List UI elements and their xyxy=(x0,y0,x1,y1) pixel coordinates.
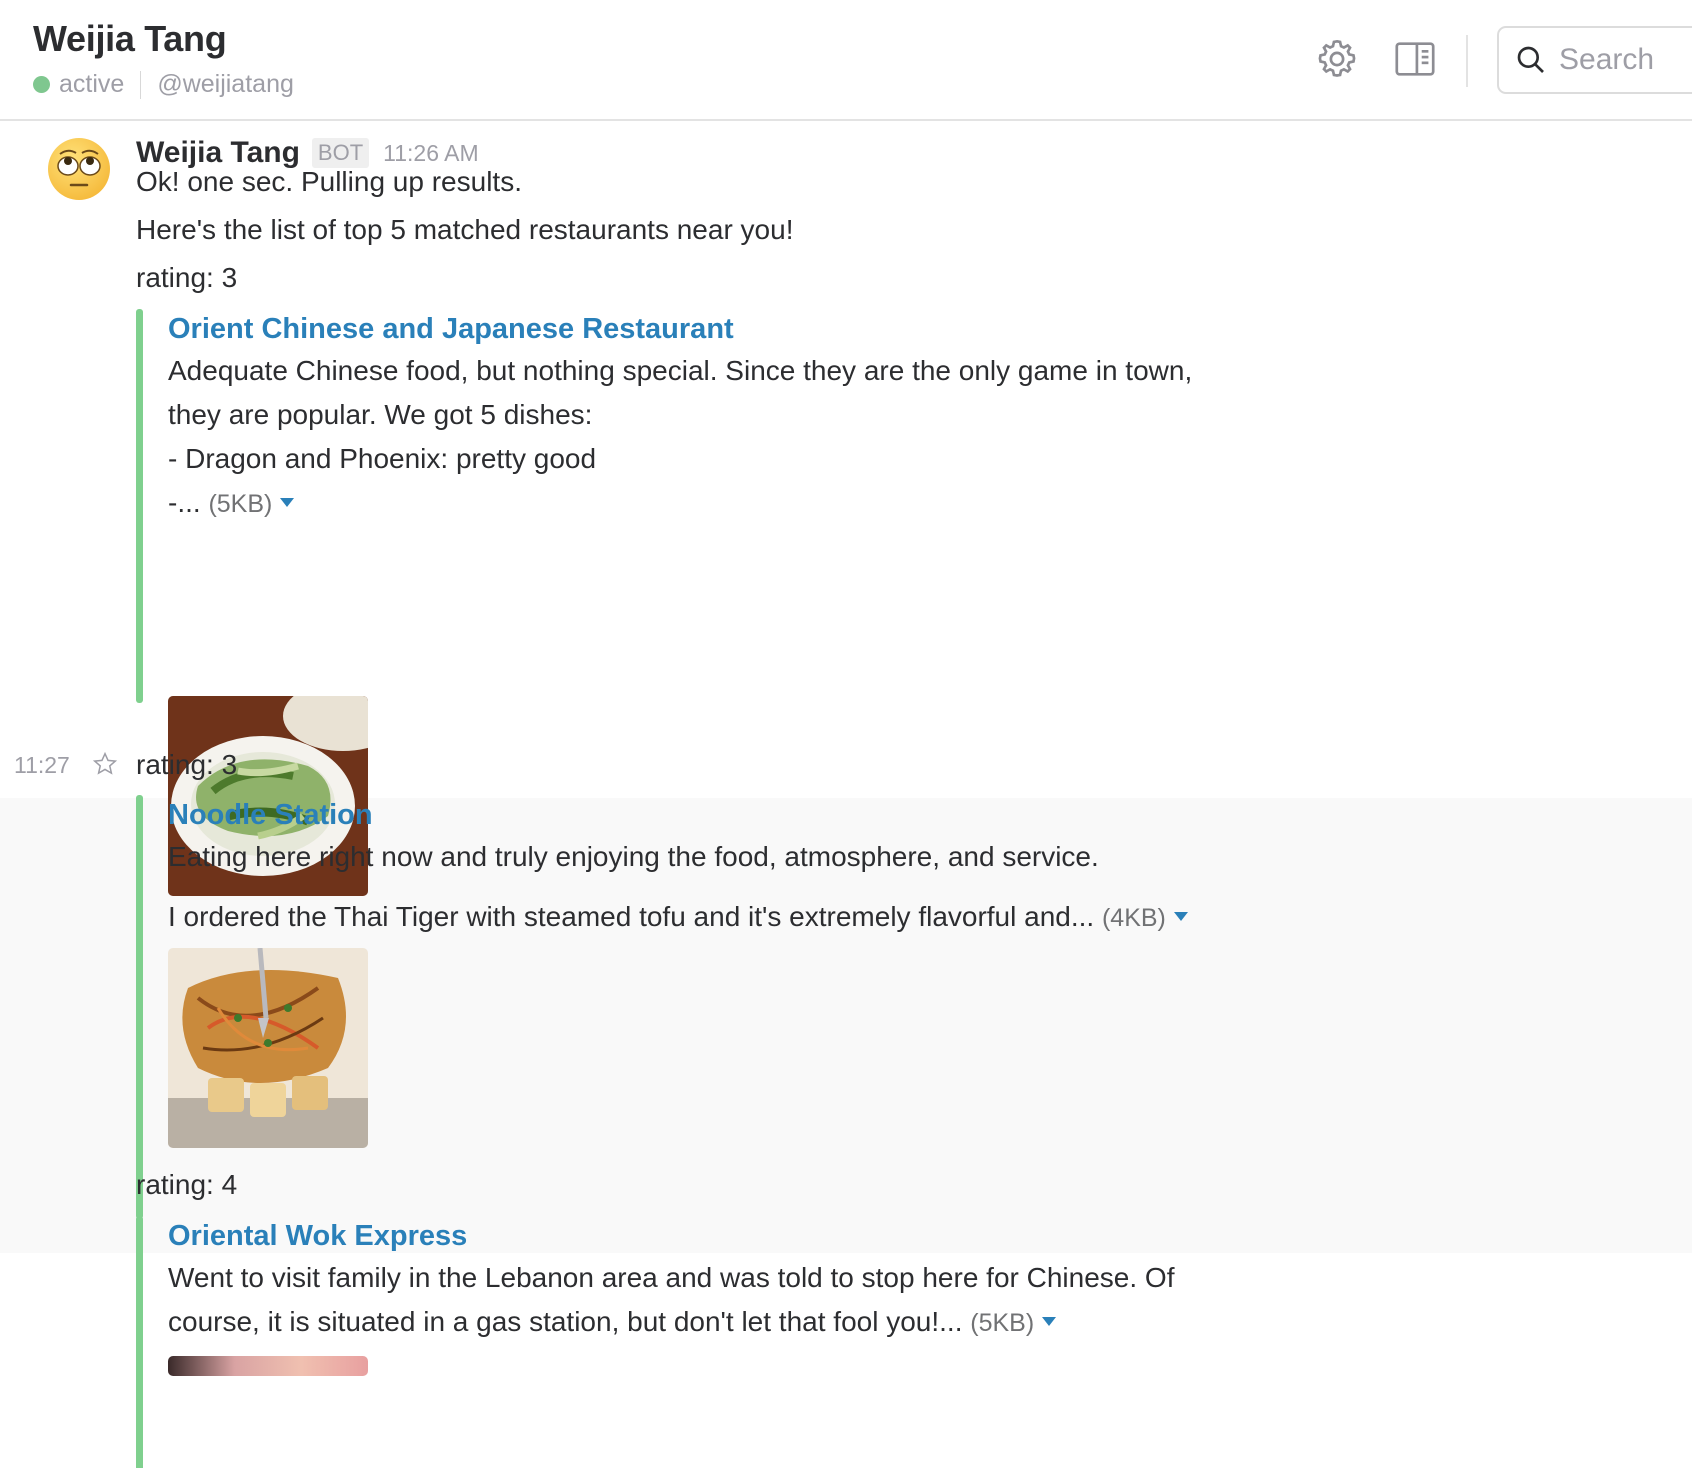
sidebar-panel-icon[interactable] xyxy=(1392,36,1438,82)
hover-timestamp[interactable]: 11:27 xyxy=(14,752,70,779)
search-placeholder: Search xyxy=(1559,43,1655,76)
message-text: Ok! one sec. Pulling up results. xyxy=(136,166,522,197)
attachment: Orient Chinese and Japanese Restaurant A… xyxy=(136,309,1192,896)
message-text: Here's the list of top 5 matched restaur… xyxy=(136,214,794,245)
attachment-title-link[interactable]: Noodle Station xyxy=(168,799,373,832)
attachment-text: I ordered the Thai Tiger with steamed to… xyxy=(168,901,1095,932)
search-input[interactable]: Search xyxy=(1497,26,1692,94)
sender-name[interactable]: Weijia Tang xyxy=(136,136,300,170)
message-header: Weijia Tang BOT 11:26 AM xyxy=(136,136,479,170)
attachment-size: (5KB) xyxy=(970,1309,1035,1337)
bot-badge: BOT xyxy=(311,138,370,168)
user-handle[interactable]: @weijiatang xyxy=(157,70,294,99)
meta-divider xyxy=(140,70,142,99)
attachment-size: (4KB) xyxy=(1101,904,1166,932)
attachment-text: Eating here right now and truly enjoying… xyxy=(168,841,1099,872)
search-icon xyxy=(1517,46,1544,73)
attachment-text-last: I ordered the Thai Tiger with steamed to… xyxy=(168,901,1188,933)
attachment-text: -... xyxy=(168,487,201,518)
attachment-text: they are popular. We got 5 dishes: xyxy=(168,399,593,430)
presence-indicator xyxy=(33,76,50,93)
attachment-text: course, it is situated in a gas station,… xyxy=(168,1306,963,1337)
attachment: Noodle Station Eating here right now and… xyxy=(136,795,1188,1219)
avatar[interactable] xyxy=(46,136,112,202)
status-text: active xyxy=(59,70,125,98)
rating-text: rating: 3 xyxy=(136,749,238,780)
message-list: Weijia Tang BOT 11:26 AM Ok! one sec. Pu… xyxy=(0,122,1692,1468)
attachment-text-last: course, it is situated in a gas station,… xyxy=(168,1306,1057,1338)
page-title: Weijia Tang xyxy=(33,18,227,59)
expand-caret-icon[interactable] xyxy=(1042,1317,1057,1327)
user-meta: active @weijiatang xyxy=(33,70,294,99)
attachment-image[interactable] xyxy=(168,948,368,1148)
attachment-text: - Dragon and Phoenix: pretty good xyxy=(168,443,597,474)
message-timestamp[interactable]: 11:26 AM xyxy=(383,140,478,167)
attachment: Oriental Wok Express Went to visit famil… xyxy=(136,1216,1174,1468)
expand-caret-icon[interactable] xyxy=(280,498,295,508)
rating-text: rating: 4 xyxy=(136,1169,238,1200)
channel-header: Weijia Tang active @weijiatang Search xyxy=(0,0,1692,121)
attachment-size: (5KB) xyxy=(208,490,273,518)
expand-caret-icon[interactable] xyxy=(1173,912,1188,922)
attachment-title-link[interactable]: Oriental Wok Express xyxy=(168,1220,467,1253)
attachment-title-link[interactable]: Orient Chinese and Japanese Restaurant xyxy=(168,313,734,346)
attachment-text: Adequate Chinese food, but nothing speci… xyxy=(168,355,1193,386)
gear-icon[interactable] xyxy=(1314,36,1360,82)
attachment-image[interactable] xyxy=(168,1356,368,1376)
rating-text: rating: 3 xyxy=(136,262,238,293)
attachment-text: Went to visit family in the Lebanon area… xyxy=(168,1262,1175,1293)
header-divider xyxy=(1466,35,1468,87)
attachment-text-last: -... (5KB) xyxy=(168,487,295,519)
star-icon[interactable] xyxy=(92,751,118,777)
